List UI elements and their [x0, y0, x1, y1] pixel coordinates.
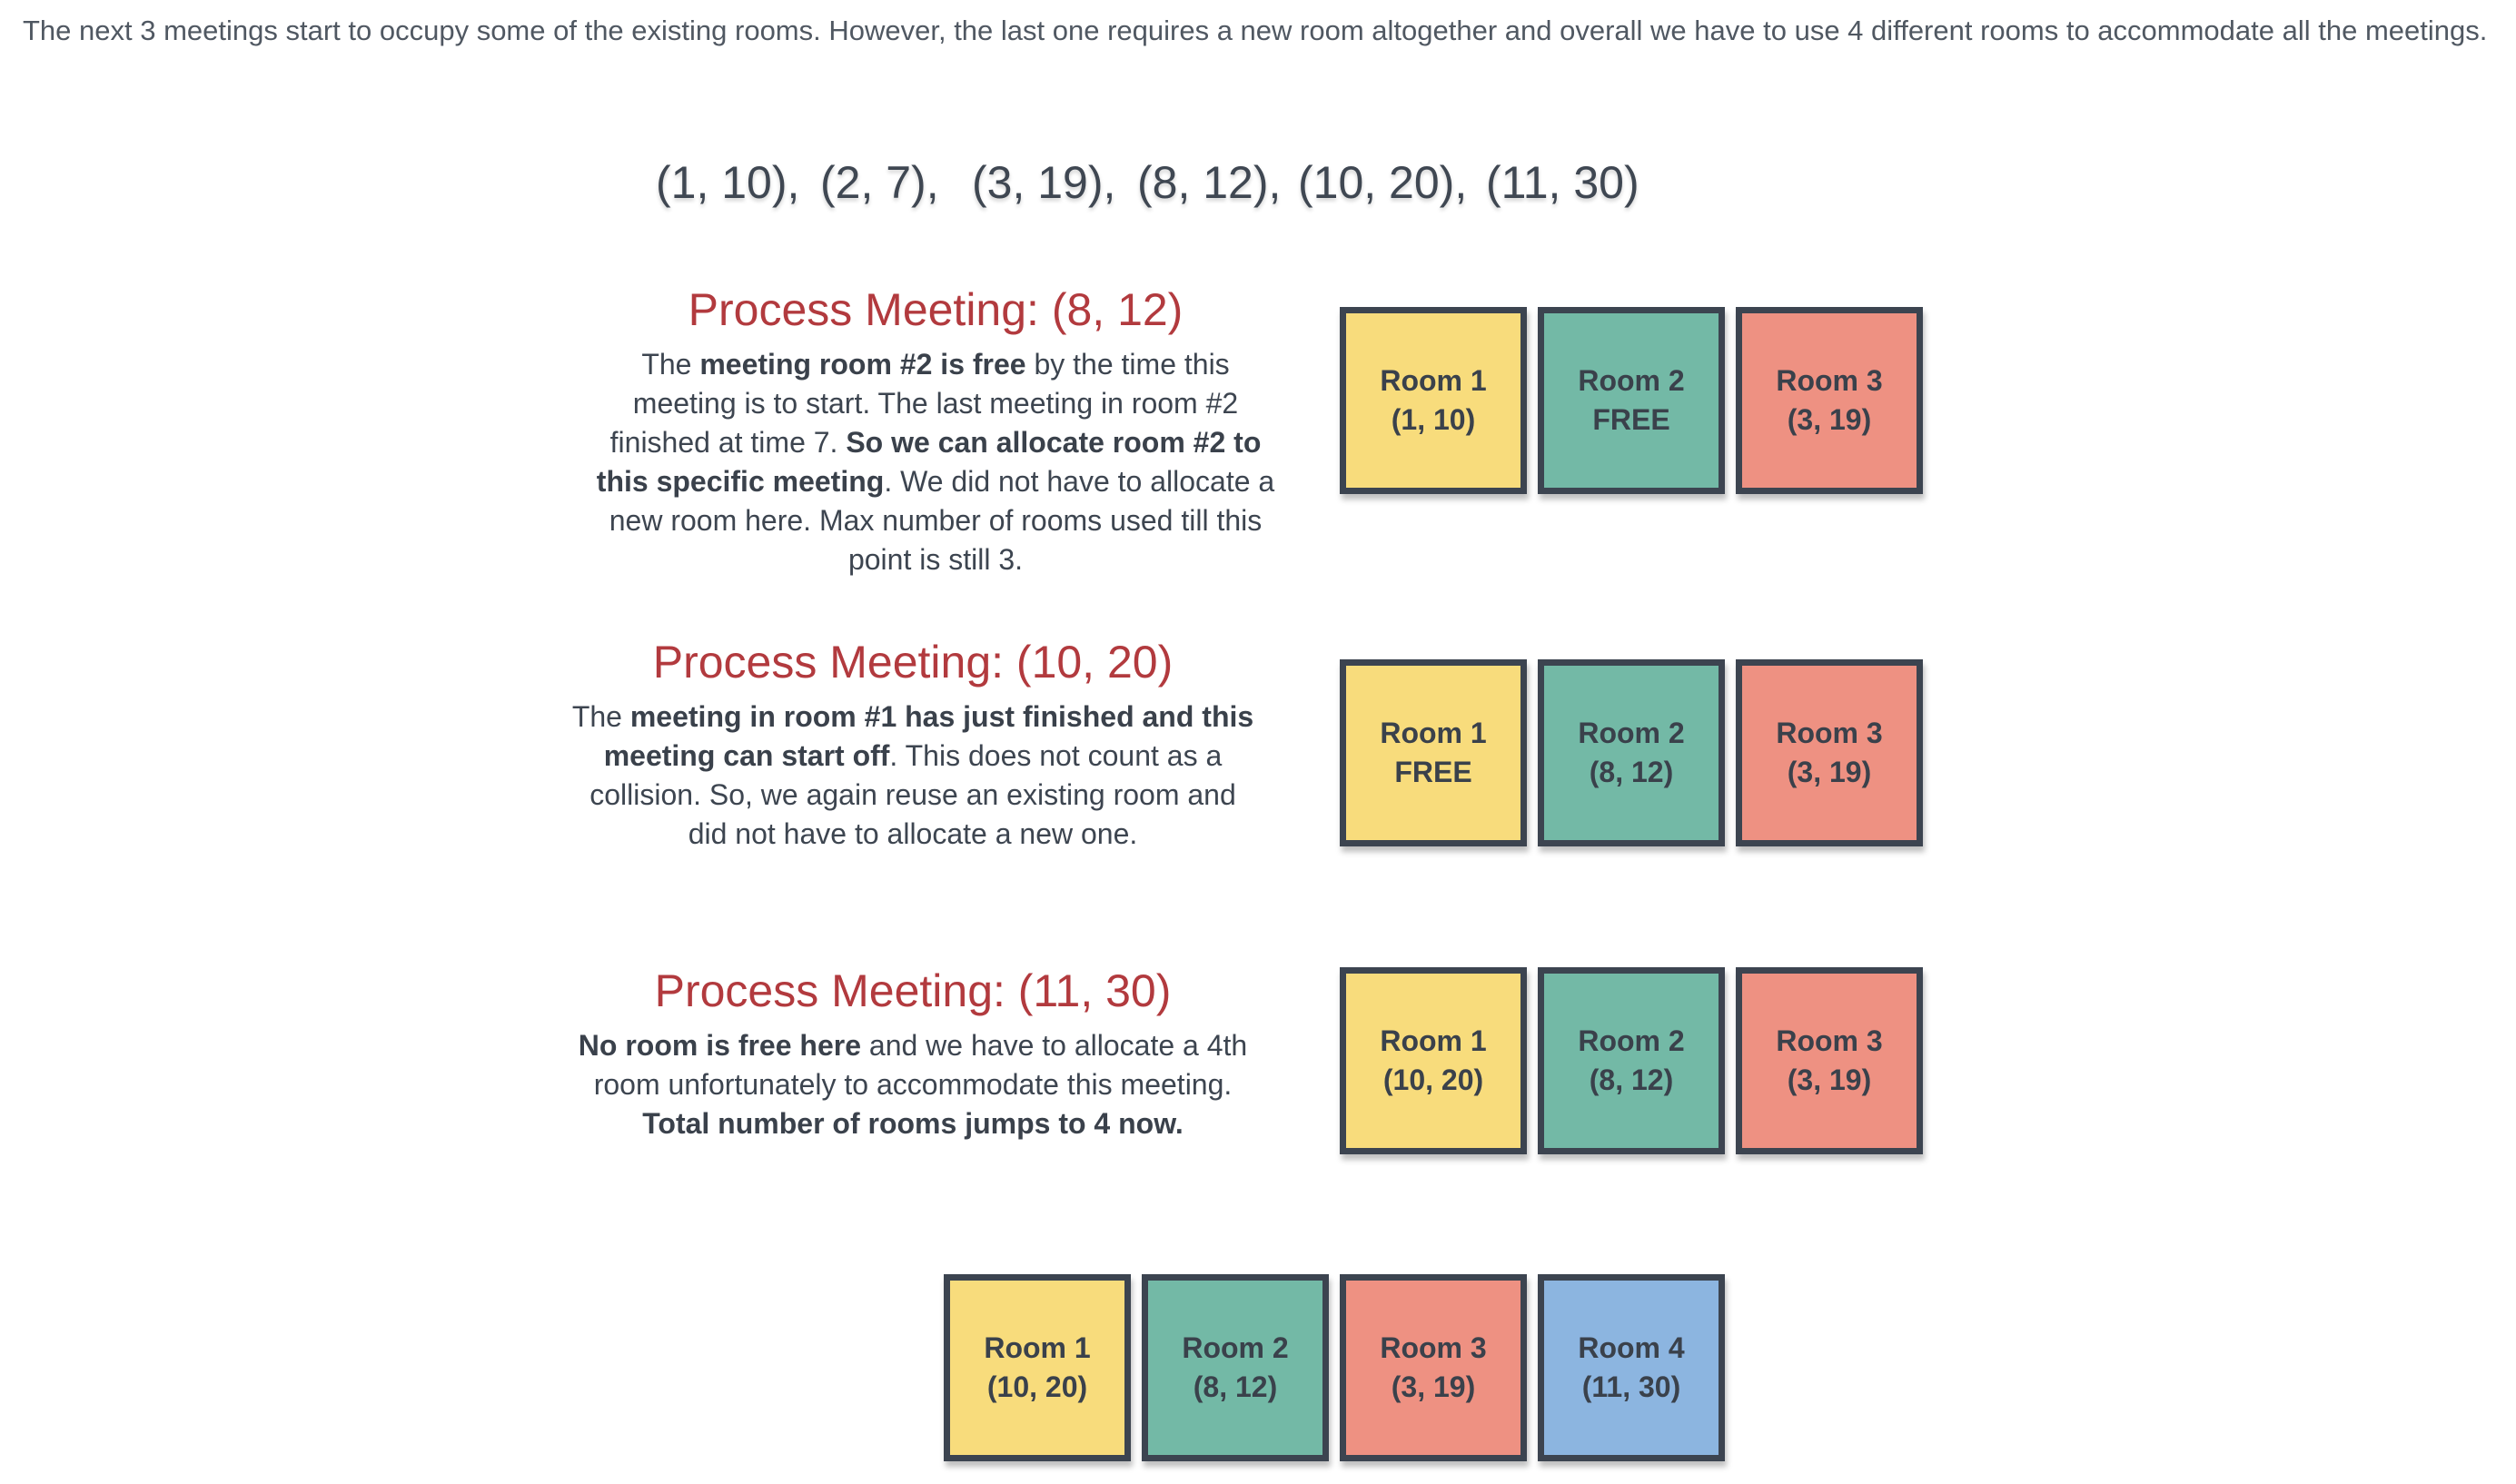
description-text: The [641, 348, 700, 381]
room-box: Room 3 (3, 19) [1736, 307, 1923, 494]
room-name: Room 2 [1182, 1331, 1289, 1364]
description-text: The [571, 700, 630, 733]
step-title: Process Meeting: (11, 30) [654, 965, 1172, 1016]
room-name: Room 2 [1578, 717, 1685, 749]
meeting-list: (1, 10), (2, 7), (3, 19), (8, 12), (10, … [0, 156, 2516, 220]
room-name: Room 3 [1776, 1024, 1883, 1057]
room-value: (8, 12) [1193, 1370, 1278, 1403]
room-value: (1, 10) [1391, 403, 1476, 436]
room-name: Room 2 [1578, 364, 1685, 397]
room-box: Room 2 (8, 12) [1538, 967, 1725, 1154]
room-name: Room 3 [1380, 1331, 1487, 1364]
step-description: The meeting in room #1 has just finished… [568, 697, 1258, 854]
room-value: (11, 30) [1581, 1370, 1681, 1403]
intro-paragraph: The next 3 meetings start to occupy some… [23, 15, 2488, 46]
room-box: Room 3 (3, 19) [1340, 1274, 1527, 1461]
room-box: Room 1 FREE [1340, 659, 1527, 846]
room-name: Room 3 [1776, 364, 1883, 397]
meeting-item: (11, 30) [1486, 157, 1639, 208]
description-bold-text: Total number of rooms jumps to 4 now. [642, 1107, 1184, 1140]
meeting-item: (10, 20), [1298, 157, 1468, 208]
step-description: The meeting room #2 is free by the time … [590, 345, 1281, 579]
room-box: Room 2 (8, 12) [1142, 1274, 1329, 1461]
room-name: Room 3 [1776, 717, 1883, 749]
meeting-item: (8, 12), [1137, 157, 1282, 208]
room-box: Room 2 (8, 12) [1538, 659, 1725, 846]
room-value: FREE [1394, 756, 1472, 788]
room-value: (3, 19) [1787, 403, 1872, 436]
meeting-item: (3, 19), [972, 157, 1116, 208]
room-name: Room 1 [1380, 364, 1487, 397]
room-name: Room 2 [1578, 1024, 1685, 1057]
room-box: Room 1 (10, 20) [944, 1274, 1131, 1461]
meeting-item: (2, 7), [820, 157, 939, 208]
room-name: Room 1 [1380, 1024, 1487, 1057]
room-box: Room 3 (3, 19) [1736, 967, 1923, 1154]
step-description: No room is free here and we have to allo… [568, 1026, 1258, 1143]
room-box: Room 2 FREE [1538, 307, 1725, 494]
step-title: Process Meeting: (10, 20) [652, 637, 1174, 688]
room-name: Room 4 [1578, 1331, 1685, 1364]
room-value: (8, 12) [1589, 756, 1674, 788]
room-value: (3, 19) [1787, 1064, 1872, 1096]
room-value: (10, 20) [1382, 1064, 1484, 1096]
description-bold-text: meeting room #2 is free [699, 348, 1026, 381]
room-box: Room 1 (1, 10) [1340, 307, 1527, 494]
meeting-item: (1, 10), [656, 157, 800, 208]
room-value: FREE [1592, 403, 1670, 436]
room-value: (8, 12) [1589, 1064, 1674, 1096]
room-name: Room 1 [984, 1331, 1091, 1364]
step-title: Process Meeting: (8, 12) [688, 284, 1184, 335]
room-box: Room 1 (10, 20) [1340, 967, 1527, 1154]
room-name: Room 1 [1380, 717, 1487, 749]
room-value: (3, 19) [1787, 756, 1872, 788]
room-box: Room 4 (11, 30) [1538, 1274, 1725, 1461]
description-bold-text: No room is free here [578, 1029, 861, 1062]
room-value: (3, 19) [1391, 1370, 1476, 1403]
room-box: Room 3 (3, 19) [1736, 659, 1923, 846]
room-value: (10, 20) [986, 1370, 1088, 1403]
